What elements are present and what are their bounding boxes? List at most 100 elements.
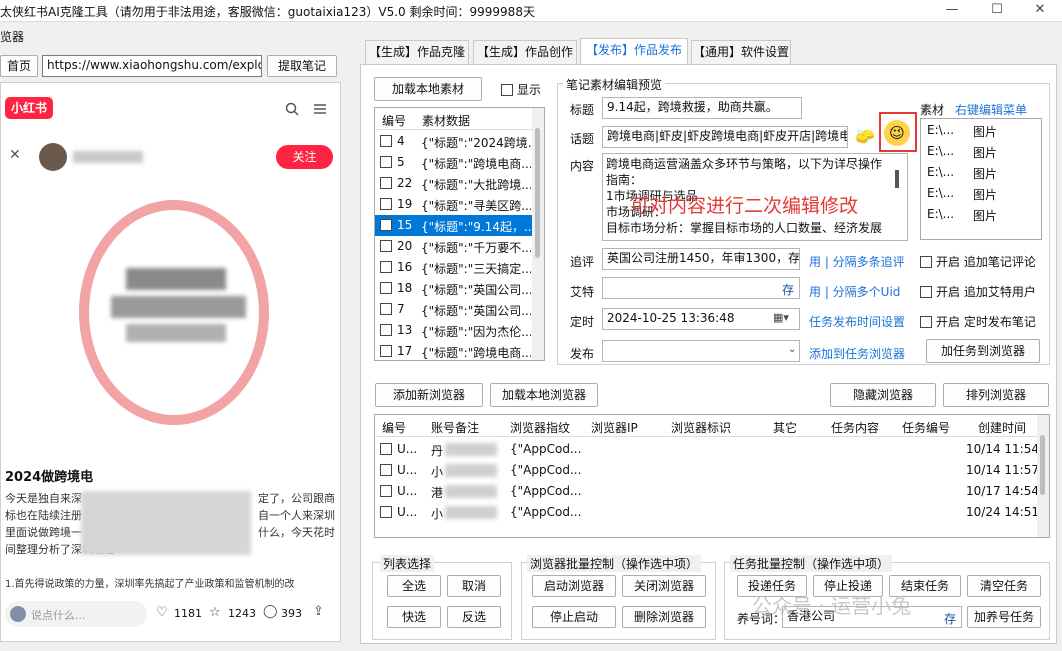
material-row[interactable]: 19 {"标题":"寻美区跨... (375, 194, 544, 215)
mention-save-button[interactable]: 存 (782, 281, 794, 298)
nurture-task-button[interactable]: 加养号任务 (967, 606, 1041, 628)
media-row[interactable]: E:\... 图片 (921, 183, 1041, 204)
material-scrollbar[interactable] (532, 108, 544, 360)
media-list[interactable]: E:\... 图片 E:\... 图片 E:\... 图片 E:\... 图片 E:\... 图片 (920, 118, 1042, 240)
publish-link[interactable]: 添加到任务浏览器 (809, 345, 905, 362)
material-row[interactable]: 22 {"标题":"大批跨境... (375, 173, 544, 194)
column-header[interactable]: 任务编号 (902, 419, 950, 436)
row-checkbox[interactable] (380, 155, 396, 169)
browser-table[interactable]: 编号 账号备注 浏览器指纹 浏览器IP 浏览器标识 其它 任务内容 任务编号 创… (374, 414, 1050, 538)
material-row[interactable]: 18 {"标题":"英国公司... (375, 278, 544, 299)
topic-input[interactable]: 跨境电商|虾皮|虾皮跨境电商|虾皮开店|跨境电商 (602, 126, 848, 148)
followup-input[interactable]: 英国公司注册1450，年审1300，存钱 (602, 248, 800, 270)
row-checkbox[interactable] (380, 239, 396, 253)
home-button[interactable]: 首页 (0, 55, 38, 77)
row-checkbox[interactable] (380, 505, 396, 519)
invert-select-button[interactable]: 反选 (447, 606, 501, 628)
browser-row[interactable]: U... 港 {"AppCod... 10/17 14:54 (375, 481, 1049, 502)
column-header[interactable]: 其它 (773, 419, 797, 436)
tab-publish[interactable]: 【发布】作品发布 (580, 38, 688, 65)
material-row[interactable]: 16 {"标题":"三天搞定... (375, 257, 544, 278)
quick-select-button[interactable]: 快选 (387, 606, 441, 628)
media-row[interactable]: E:\... 图片 (921, 141, 1041, 162)
media-menu-link[interactable]: 右键编辑菜单 (955, 101, 1027, 118)
column-header[interactable]: 编号 (382, 112, 406, 129)
material-row[interactable]: 7 {"标题":"英国公司... (375, 299, 544, 320)
browser-table-scrollbar[interactable] (1037, 415, 1049, 537)
material-list[interactable]: 编号 素材数据 4 {"标题":"2024跨境... 5 {"标题":"跨境电商...… (374, 107, 545, 361)
follow-button[interactable]: 关注 (276, 145, 333, 169)
share-icon[interactable]: ⇪ (313, 604, 324, 619)
schedule-datetime[interactable]: 2024-10-25 13:36:48 (602, 308, 800, 330)
material-row[interactable]: 13 {"标题":"因为杰伦... (375, 320, 544, 341)
select-all-button[interactable]: 全选 (387, 575, 441, 597)
material-row[interactable]: 17 {"标题":"跨境电商... (375, 341, 544, 360)
load-browser-button[interactable]: 加载本地浏览器 (490, 383, 598, 407)
media-row[interactable]: E:\... 图片 (921, 120, 1041, 141)
row-checkbox[interactable] (380, 134, 396, 148)
mention-input[interactable] (602, 277, 800, 299)
material-row[interactable]: 20 {"标题":"千万要不... (375, 236, 544, 257)
stop-start-button[interactable]: 停止启动 (532, 606, 616, 628)
row-checkbox[interactable] (380, 463, 396, 477)
show-checkbox[interactable]: 显示 (501, 81, 541, 98)
tab-create[interactable]: 【生成】作品创作 (473, 40, 577, 64)
browser-row[interactable]: U... 小 {"AppCod... 10/14 11:57 (375, 460, 1049, 481)
row-checkbox[interactable] (380, 260, 396, 274)
row-checkbox[interactable] (380, 176, 396, 190)
post-image[interactable] (1, 178, 340, 458)
close-browser-button[interactable]: 关闭浏览器 (622, 575, 706, 597)
tab-settings[interactable]: 【通用】软件设置 (691, 40, 791, 64)
chevron-down-icon[interactable]: ⌄ (788, 344, 796, 355)
row-checkbox[interactable] (380, 218, 396, 232)
material-row[interactable]: 4 {"标题":"2024跨境... (375, 131, 544, 152)
browser-row[interactable]: U... 小 {"AppCod... 10/24 14:51 (375, 502, 1049, 523)
minimize-button[interactable]: — (930, 0, 974, 22)
title-input[interactable]: 9.14起，跨境救援，助商共赢。 (602, 97, 802, 119)
column-header[interactable]: 浏览器IP (591, 419, 638, 436)
search-icon[interactable] (285, 102, 299, 116)
media-row[interactable]: E:\... 图片 (921, 204, 1041, 225)
mention-toggle[interactable]: 开启 追加艾特用户 (920, 283, 1036, 300)
embedded-browser[interactable]: 小红书 ✕ 关注 2024做跨境电 今天是独自来深 标也在陆续注册 里面说做跨境… (0, 82, 341, 642)
row-checkbox[interactable] (380, 302, 396, 316)
row-checkbox[interactable] (380, 344, 396, 358)
row-checkbox[interactable] (380, 281, 396, 295)
column-header[interactable]: 任务内容 (831, 419, 879, 436)
column-header[interactable]: 浏览器标识 (671, 419, 731, 436)
content-scrollbar[interactable] (895, 170, 899, 188)
browser-row[interactable]: U... 丹 {"AppCod... 10/14 11:54 (375, 439, 1049, 460)
eraser-icon[interactable]: 🧽 (855, 126, 875, 145)
start-browser-button[interactable]: 启动浏览器 (532, 575, 616, 597)
url-input[interactable]: https://www.xiaohongshu.com/explor (42, 55, 262, 77)
close-icon[interactable]: ✕ (9, 147, 21, 163)
schedule-toggle[interactable]: 开启 定时发布笔记 (920, 313, 1036, 330)
add-task-button[interactable]: 加任务到浏览器 (926, 339, 1040, 363)
material-row[interactable]: 15 {"标题":"9.14起，... (375, 215, 544, 236)
load-material-button[interactable]: 加载本地素材 (374, 77, 482, 101)
comment-icon[interactable]: ◯ (263, 604, 278, 619)
menu-icon[interactable] (313, 103, 327, 115)
comment-box[interactable]: 说点什么... (5, 601, 147, 627)
publish-select[interactable] (602, 340, 800, 362)
close-window-button[interactable]: ✕ (1018, 0, 1062, 22)
heart-icon[interactable]: ♡ (156, 605, 168, 620)
row-checkbox[interactable] (380, 323, 396, 337)
material-row[interactable]: 5 {"标题":"跨境电商... (375, 152, 544, 173)
maximize-button[interactable]: ☐ (975, 0, 1019, 22)
calendar-icon[interactable]: ▦▾ (773, 311, 789, 324)
row-checkbox[interactable] (380, 484, 396, 498)
fetch-note-button[interactable]: 提取笔记 (267, 55, 337, 77)
arrange-browser-button[interactable]: 排列浏览器 (943, 383, 1049, 407)
row-checkbox[interactable] (380, 442, 396, 456)
nurture-save-button[interactable]: 存 (944, 610, 956, 627)
avatar[interactable] (39, 143, 67, 171)
column-header[interactable]: 浏览器指纹 (510, 419, 570, 436)
tab-clone[interactable]: 【生成】作品克隆 (365, 40, 469, 64)
star-icon[interactable]: ☆ (209, 605, 221, 620)
delete-browser-button[interactable]: 删除浏览器 (622, 606, 706, 628)
media-row[interactable]: E:\... 图片 (921, 162, 1041, 183)
row-checkbox[interactable] (380, 197, 396, 211)
column-header[interactable]: 账号备注 (431, 419, 479, 436)
cancel-select-button[interactable]: 取消 (447, 575, 501, 597)
